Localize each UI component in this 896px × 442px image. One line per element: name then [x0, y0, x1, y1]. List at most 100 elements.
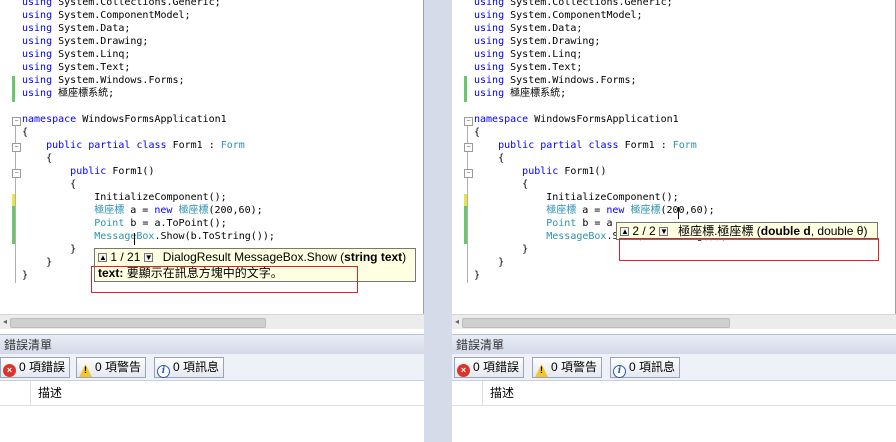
warnings-filter-button[interactable]: ! 0 項警告	[76, 357, 147, 378]
code-token: 極座標系統;	[52, 88, 115, 99]
arrow-down-icon[interactable]: ▼	[659, 227, 669, 236]
editor-margin	[452, 0, 466, 316]
collapse-icon[interactable]: −	[464, 169, 473, 178]
horizontal-scrollbar[interactable]: ◂	[0, 314, 424, 329]
arrow-down-icon[interactable]: ▼	[143, 253, 153, 262]
code-editor[interactable]: − − − using System.Collections.Generic; u…	[0, 0, 424, 316]
code-token: 極座標	[546, 205, 577, 216]
code-token: Form1()	[558, 166, 607, 177]
code-token: using	[474, 75, 505, 86]
code-line[interactable]: {	[474, 152, 727, 165]
right-ide-pane: − − − using System.Collections.Generic; u…	[452, 0, 896, 442]
errors-filter-button[interactable]: × 0 項錯誤	[454, 357, 525, 378]
code-line[interactable]: namespace WindowsFormsApplication1	[474, 113, 727, 126]
code-line[interactable]: namespace WindowsFormsApplication1	[22, 113, 275, 126]
code-token: using	[474, 36, 505, 47]
messages-filter-button[interactable]: i0 項訊息	[610, 357, 681, 378]
code-token: using	[474, 0, 505, 8]
code-line[interactable]: {	[474, 126, 727, 139]
code-token: System.Windows.Forms;	[504, 75, 637, 86]
column-description[interactable]: 描述	[490, 381, 514, 405]
code-token: class	[588, 140, 619, 151]
code-line[interactable]: }	[474, 269, 727, 282]
code-line[interactable]: {	[22, 126, 275, 139]
code-line[interactable]: using System.Text;	[474, 61, 727, 74]
code-token: using	[22, 23, 53, 34]
column-index[interactable]	[452, 381, 483, 405]
code-token: System.Text;	[504, 62, 583, 73]
scrollbar-thumb[interactable]	[10, 318, 267, 328]
collapse-icon[interactable]: −	[464, 117, 473, 126]
arrow-up-icon[interactable]: ▲	[620, 227, 629, 236]
code-line[interactable]: using System.Drawing;	[474, 35, 727, 48]
code-line[interactable]: using System.Text;	[22, 61, 275, 74]
code-line[interactable]: 極座標 a = new 極座標(200,60);	[22, 204, 275, 217]
code-line[interactable]: public partial class Form1 : Form	[22, 139, 275, 152]
code-token: using	[474, 49, 505, 60]
current-parameter: double d	[760, 224, 811, 238]
code-token: Point	[546, 218, 577, 229]
code-token: b = a.ToPoint();	[124, 218, 227, 229]
code-token: System.Collections.Generic;	[52, 0, 221, 8]
code-line[interactable]: {	[22, 152, 275, 165]
code-token: (200,60);	[660, 205, 715, 216]
code-line[interactable]: using System.Windows.Forms;	[22, 74, 275, 87]
code-line[interactable]: {	[474, 178, 727, 191]
code-line[interactable]: 極座標 a = new 極座標(200,60);	[474, 204, 727, 217]
code-line[interactable]	[474, 100, 727, 113]
code-token: (200,60);	[208, 205, 263, 216]
collapse-icon[interactable]: −	[12, 117, 21, 126]
highlight-box	[91, 266, 358, 293]
code-line[interactable]: using System.Windows.Forms;	[474, 74, 727, 87]
code-line[interactable]: using System.ComponentModel;	[474, 9, 727, 22]
code-line[interactable]: public Form1()	[474, 165, 727, 178]
code-token: partial	[540, 140, 583, 151]
code-line[interactable]	[22, 100, 275, 113]
code-line[interactable]: public Form1()	[22, 165, 275, 178]
scroll-left-icon[interactable]: ◂	[0, 316, 10, 328]
code-token: }	[474, 257, 505, 268]
code-line[interactable]: InitializeComponent();	[474, 191, 727, 204]
code-token: using	[22, 62, 53, 73]
code-line[interactable]: using System.Collections.Generic;	[22, 0, 275, 9]
horizontal-scrollbar[interactable]: ◂	[452, 314, 896, 329]
collapse-icon[interactable]: −	[464, 143, 473, 152]
collapse-icon[interactable]: −	[12, 143, 21, 152]
messages-filter-button[interactable]: i0 項訊息	[154, 357, 225, 378]
code-line[interactable]: using System.Linq;	[22, 48, 275, 61]
error-list-toolbar: × 0 項錯誤 ! 0 項警告 i0 項訊息	[0, 354, 424, 381]
code-line[interactable]: using System.Linq;	[474, 48, 727, 61]
code-editor[interactable]: − − − using System.Collections.Generic; u…	[452, 0, 896, 316]
code-line[interactable]: using System.Drawing;	[22, 35, 275, 48]
arrow-up-icon[interactable]: ▲	[98, 253, 107, 262]
code-line[interactable]: {	[22, 178, 275, 191]
code-line[interactable]: using System.ComponentModel;	[22, 9, 275, 22]
code-line[interactable]: using System.Data;	[22, 22, 275, 35]
code-line[interactable]: InitializeComponent();	[22, 191, 275, 204]
code-line[interactable]: using 極座標系統;	[22, 87, 275, 100]
warnings-filter-button[interactable]: ! 0 項警告	[532, 357, 603, 378]
errors-filter-button[interactable]: × 0 項錯誤	[0, 357, 71, 378]
column-index[interactable]	[0, 381, 31, 405]
code-line[interactable]: using System.Data;	[474, 22, 727, 35]
code-text[interactable]: using System.Collections.Generic; using S…	[22, 0, 275, 282]
code-token: {	[22, 179, 77, 190]
column-description[interactable]: 描述	[38, 381, 62, 405]
error-list-body	[0, 406, 424, 442]
code-token: MessageBox	[546, 231, 607, 242]
scrollbar-thumb[interactable]	[462, 318, 731, 328]
code-line[interactable]: using 極座標系統;	[474, 87, 727, 100]
code-line[interactable]: using System.Collections.Generic;	[474, 0, 727, 9]
code-line[interactable]: MessageBox.Show(b.ToString());	[22, 230, 275, 243]
collapse-icon[interactable]: −	[12, 169, 21, 178]
code-token: Form1()	[106, 166, 155, 177]
code-line[interactable]: Point b = a.ToPoint();	[22, 217, 275, 230]
code-line[interactable]: public partial class Form1 : Form	[474, 139, 727, 152]
scroll-left-icon[interactable]: ◂	[452, 316, 462, 328]
code-token: 極座標	[630, 205, 661, 216]
